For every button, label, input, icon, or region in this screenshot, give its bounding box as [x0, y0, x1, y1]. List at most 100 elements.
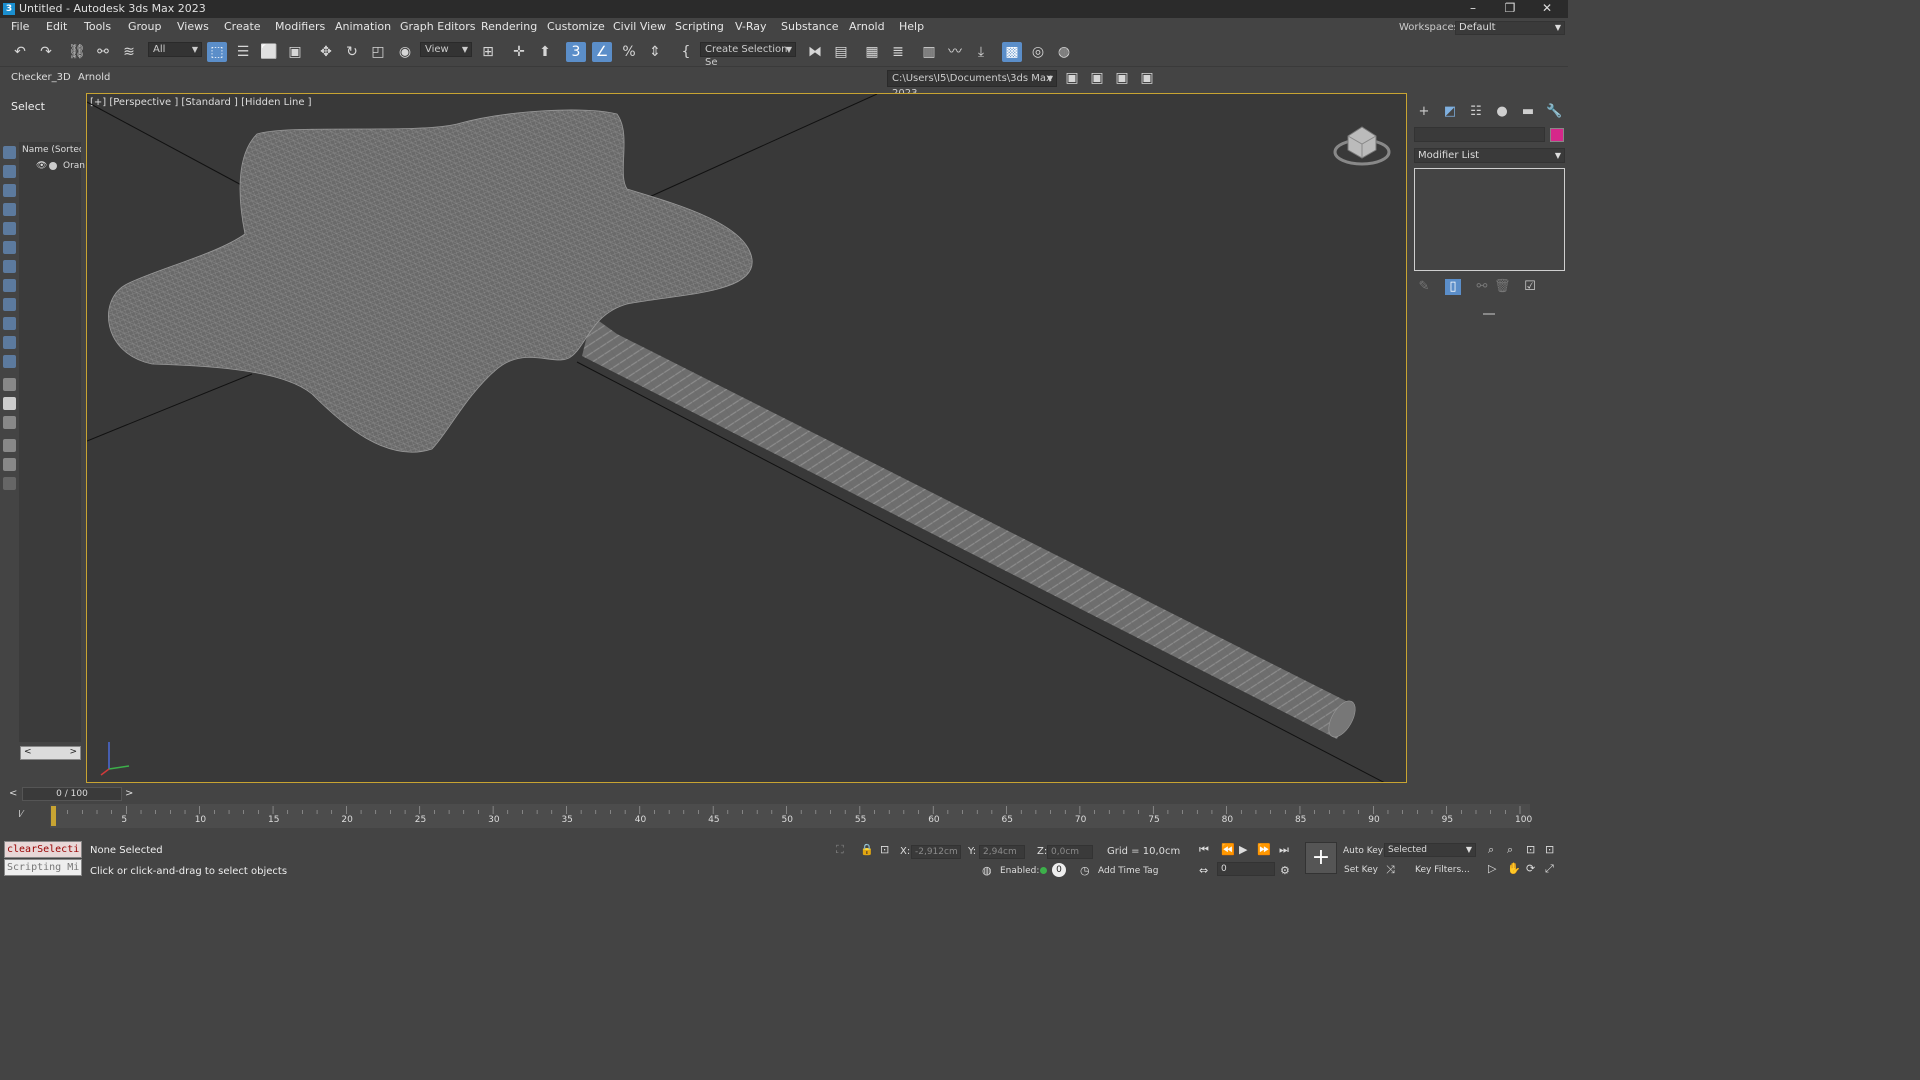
- link-icon[interactable]: ⛓: [67, 42, 87, 62]
- absolute-mode-icon[interactable]: ⊡: [880, 843, 889, 856]
- material-editor-icon[interactable]: ▩: [1002, 42, 1022, 62]
- name-column-header[interactable]: Name (Sorted A: [22, 145, 81, 155]
- y-coordinate-field[interactable]: 2,94cm: [979, 845, 1025, 859]
- pan-icon[interactable]: ✋: [1507, 862, 1521, 875]
- menu-modifiers[interactable]: Modifiers: [275, 20, 325, 33]
- z-coordinate-field[interactable]: 0,0cm: [1047, 845, 1093, 859]
- enabled-toggle[interactable]: 0: [1052, 863, 1066, 877]
- explorer-scrollbar[interactable]: < >: [20, 746, 81, 760]
- object-name-field[interactable]: [1414, 127, 1545, 142]
- select-by-name-icon[interactable]: ☰: [233, 42, 253, 62]
- schematic-view-icon[interactable]: ⤓: [971, 42, 991, 62]
- filter-groups-icon[interactable]: [3, 260, 16, 273]
- maxscript-input[interactable]: Scripting Mi: [4, 859, 82, 876]
- previous-frame-icon[interactable]: ⏪: [1221, 843, 1235, 856]
- chevron-left-icon[interactable]: <: [9, 788, 17, 799]
- undo-icon[interactable]: ↶: [10, 42, 30, 62]
- zoom-all-icon[interactable]: ⌕: [1507, 843, 1513, 857]
- layer-explorer-icon[interactable]: ≣: [888, 42, 908, 62]
- maximize-viewport-icon[interactable]: ⤢: [1545, 862, 1554, 876]
- time-cursor[interactable]: [51, 806, 56, 826]
- time-tag-icon[interactable]: ◷: [1080, 864, 1090, 877]
- menu-vray[interactable]: V-Ray: [735, 20, 767, 33]
- chevron-right-icon[interactable]: >: [69, 747, 77, 757]
- zoom-icon[interactable]: ⌕: [1488, 843, 1494, 857]
- bind-spacewarp-icon[interactable]: ≋: [119, 42, 139, 62]
- set-key-label[interactable]: Set Key: [1344, 865, 1378, 875]
- ribbon-toggle-icon[interactable]: ▥: [919, 42, 939, 62]
- minimize-button[interactable]: –: [1455, 0, 1491, 18]
- edit-named-selection-icon[interactable]: {: [676, 42, 696, 62]
- menu-substance[interactable]: Substance: [781, 20, 839, 33]
- menu-animation[interactable]: Animation: [335, 20, 391, 33]
- scene-explorer-header[interactable]: Select: [0, 100, 84, 118]
- menu-create[interactable]: Create: [224, 20, 261, 33]
- funnel-icon[interactable]: [3, 458, 16, 471]
- place-icon[interactable]: ◉: [395, 42, 415, 62]
- play-icon[interactable]: ▶: [1239, 843, 1247, 856]
- panel-divider[interactable]: [1483, 313, 1495, 315]
- menu-scripting[interactable]: Scripting: [675, 20, 724, 33]
- filter-lights-icon[interactable]: [3, 184, 16, 197]
- time-configuration-icon[interactable]: ⚙: [1280, 864, 1290, 877]
- render-setup-icon[interactable]: ◎: [1028, 42, 1048, 62]
- named-selection-set-dropdown[interactable]: Create Selection Se ▼: [700, 42, 796, 68]
- save-folder-icon[interactable]: ▣: [1112, 68, 1132, 88]
- adaptive-degradation-icon[interactable]: ◍: [982, 864, 992, 877]
- percent-snap-icon[interactable]: %: [619, 42, 639, 62]
- menu-help[interactable]: Help: [899, 20, 924, 33]
- isolate-selection-icon[interactable]: ⛶: [836, 843, 844, 857]
- reference-coordinate-dropdown[interactable]: View ▼: [420, 42, 472, 57]
- modify-tab-icon[interactable]: ◩: [1442, 104, 1458, 120]
- close-button[interactable]: ✕: [1529, 0, 1565, 18]
- maxscript-output[interactable]: clearSelecti: [4, 841, 82, 858]
- render-frame-icon[interactable]: ◍: [1054, 42, 1074, 62]
- menu-rendering[interactable]: Rendering: [481, 20, 537, 33]
- hierarchy-tab-icon[interactable]: ☷: [1468, 104, 1484, 120]
- window-crossing-icon[interactable]: ▣: [285, 42, 305, 62]
- key-filters-button[interactable]: Key Filters...: [1415, 865, 1470, 875]
- chevron-left-icon[interactable]: <: [24, 747, 32, 757]
- filter-shapes-icon[interactable]: [3, 165, 16, 178]
- scene-explorer-icon[interactable]: ▦: [862, 42, 882, 62]
- filter-spacewarps-icon[interactable]: [3, 241, 16, 254]
- make-unique-icon[interactable]: ⚯: [1474, 279, 1490, 295]
- utilities-tab-icon[interactable]: 🔧: [1546, 104, 1562, 120]
- container-icon[interactable]: ▣: [1137, 68, 1157, 88]
- open-folder-icon[interactable]: ▣: [1087, 68, 1107, 88]
- next-frame-icon[interactable]: ⏩: [1257, 843, 1271, 856]
- current-frame-field[interactable]: 0: [1217, 862, 1275, 876]
- filter-frozen-icon[interactable]: [3, 336, 16, 349]
- menu-views[interactable]: Views: [177, 20, 209, 33]
- snaps-toggle-icon[interactable]: 3: [566, 42, 586, 62]
- selection-filter-dropdown[interactable]: All ▼: [148, 42, 202, 57]
- auto-key-button[interactable]: Auto Key: [1343, 846, 1383, 856]
- show-end-result-icon[interactable]: ▯: [1445, 279, 1461, 295]
- spinner-snap-icon[interactable]: ⇕: [645, 42, 665, 62]
- app-icon[interactable]: 3: [3, 3, 15, 15]
- filter-xrefs-icon[interactable]: [3, 279, 16, 292]
- maxscript-listener[interactable]: clearSelecti Scripting Mi: [4, 841, 82, 877]
- zoom-extents-all-icon[interactable]: ⊡: [1545, 843, 1554, 856]
- filter-hidden-icon[interactable]: [3, 355, 16, 368]
- mirror-icon[interactable]: ⧓: [805, 42, 825, 62]
- search-icon[interactable]: [3, 477, 16, 490]
- pin-stack-icon[interactable]: ✎: [1416, 279, 1432, 295]
- move-icon[interactable]: ✥: [316, 42, 336, 62]
- rectangular-selection-icon[interactable]: ⬜: [259, 42, 279, 62]
- select-manipulate-icon[interactable]: ✛: [509, 42, 529, 62]
- filter-bones-icon[interactable]: [3, 298, 16, 311]
- unlink-icon[interactable]: ⚯: [93, 42, 113, 62]
- project-folder-icon[interactable]: ▣: [1062, 68, 1082, 88]
- go-to-start-icon[interactable]: ⏮: [1199, 843, 1209, 857]
- eye-icon[interactable]: 👁: [36, 161, 47, 171]
- filter-containers-icon[interactable]: [3, 317, 16, 330]
- selection-lock-icon[interactable]: 🔒: [860, 843, 874, 856]
- scene-tree[interactable]: Name (Sorted A 👁 Oran: [19, 142, 85, 742]
- display-tab-icon[interactable]: ▬: [1520, 104, 1536, 120]
- add-time-tag[interactable]: Add Time Tag: [1098, 866, 1158, 876]
- display-none-icon[interactable]: [3, 397, 16, 410]
- menu-file[interactable]: File: [11, 20, 29, 33]
- object-color-swatch[interactable]: [1550, 128, 1564, 142]
- menu-civil-view[interactable]: Civil View: [613, 20, 666, 33]
